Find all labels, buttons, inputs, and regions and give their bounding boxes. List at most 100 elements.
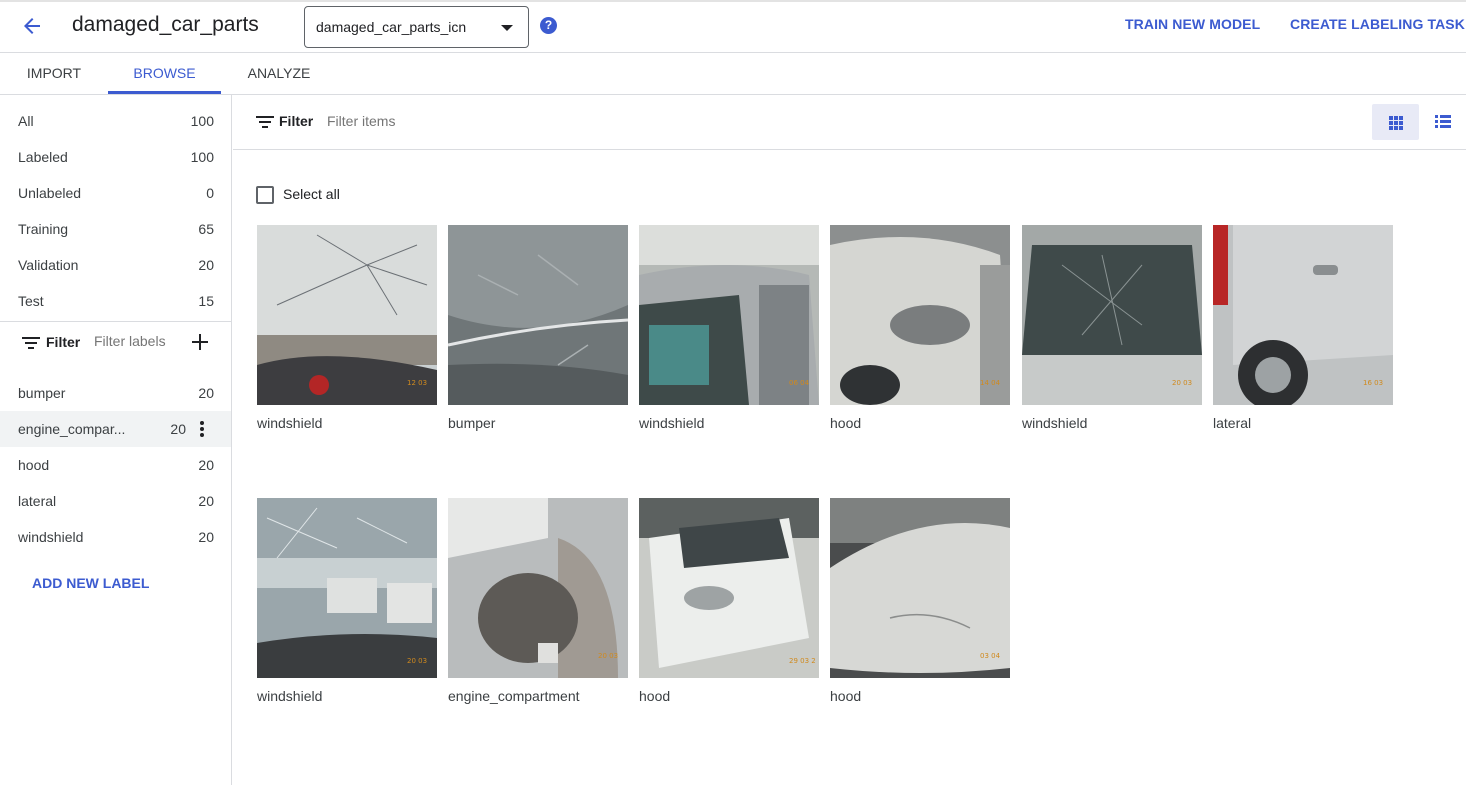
sidebar-item-hood[interactable]: hood 20: [0, 447, 231, 483]
photo-date-stamp: 03 04: [980, 652, 1001, 660]
image-label: bumper: [448, 415, 496, 431]
sidebar-item-all[interactable]: All 100: [0, 103, 231, 139]
label-filter: Filter: [0, 322, 231, 364]
sidebar-item-count: 65: [198, 221, 214, 237]
image-label: hood: [830, 415, 862, 431]
items-filter-title: Filter: [279, 113, 314, 129]
filter-icon: [256, 116, 274, 128]
model-select-value: damaged_car_parts_icn: [316, 19, 467, 35]
image-label: windshield: [257, 415, 323, 431]
tab-bar: IMPORT BROWSE ANALYZE: [0, 53, 1466, 95]
image-label: engine_compartment: [448, 688, 580, 704]
image-label: windshield: [639, 415, 705, 431]
sidebar-item-label: Test: [18, 293, 44, 309]
filter-items-input[interactable]: [327, 111, 627, 131]
car-damage-photo: [448, 225, 628, 405]
tab-analyze[interactable]: ANALYZE: [221, 53, 337, 94]
car-damage-photo: 06 04: [639, 225, 819, 405]
items-filter-bar: Filter: [233, 95, 1466, 150]
add-new-label-button[interactable]: ADD NEW LABEL: [32, 575, 149, 591]
sidebar-item-unlabeled[interactable]: Unlabeled 0: [0, 175, 231, 211]
image-tile[interactable]: 20 03 windshield: [1022, 225, 1202, 431]
image-tile[interactable]: 14 04 hood: [830, 225, 1010, 431]
image-label: hood: [830, 688, 862, 704]
help-icon[interactable]: ?: [540, 17, 557, 34]
list-view-button[interactable]: [1419, 104, 1466, 140]
sidebar-item-label: Validation: [18, 257, 79, 273]
sidebar-item-label: engine_compar...: [18, 421, 126, 437]
sidebar-item-label: lateral: [18, 493, 57, 509]
sidebar-item-count: 20: [198, 457, 214, 473]
filter-icon: [22, 337, 40, 349]
image-label: windshield: [257, 688, 323, 704]
sidebar-item-label: Training: [18, 221, 69, 237]
image-tile[interactable]: 06 04 windshield: [639, 225, 819, 431]
image-label: windshield: [1022, 415, 1088, 431]
sidebar-item-engine-compartment[interactable]: engine_compar... 20: [0, 411, 231, 447]
add-label-icon[interactable]: [192, 334, 208, 350]
car-damage-photo: 14 04: [830, 225, 1010, 405]
photo-date-stamp: 29 03 2: [789, 657, 816, 665]
sidebar-item-count: 20: [198, 493, 214, 509]
photo-date-stamp: 12 03: [407, 379, 427, 387]
grid-view-icon: [1389, 116, 1403, 130]
photo-date-stamp: 06 04: [789, 379, 810, 387]
image-tile[interactable]: 20 03 windshield: [257, 498, 437, 704]
label-filter-title: Filter: [46, 334, 81, 350]
sidebar-item-label: bumper: [18, 385, 66, 401]
car-damage-photo: 20 03: [257, 498, 437, 678]
back-arrow-icon[interactable]: [20, 14, 44, 38]
chevron-down-icon: [501, 25, 513, 31]
car-damage-photo: 20 03: [1022, 225, 1202, 405]
sidebar-item-training[interactable]: Training 65: [0, 211, 231, 247]
photo-date-stamp: 20 03: [1172, 379, 1192, 387]
sidebar-item-count: 20: [170, 421, 186, 437]
sidebar-item-count: 100: [190, 113, 214, 129]
more-vert-icon[interactable]: [200, 421, 204, 437]
sidebar-item-bumper[interactable]: bumper 20: [0, 375, 231, 411]
image-tile[interactable]: 16 03 lateral: [1213, 225, 1393, 431]
grid-view-button[interactable]: [1372, 104, 1419, 140]
car-damage-photo: 20 03: [448, 498, 628, 678]
sidebar-item-count: 20: [198, 529, 214, 545]
sidebar-item-count: 100: [190, 149, 214, 165]
sidebar-item-test[interactable]: Test 15: [0, 283, 231, 319]
image-tile[interactable]: 20 03 engine_compartment: [448, 498, 628, 704]
image-tile[interactable]: bumper: [448, 225, 628, 431]
car-damage-photo: 12 03: [257, 225, 437, 405]
tab-browse[interactable]: BROWSE: [108, 53, 221, 94]
tab-import[interactable]: IMPORT: [0, 53, 108, 94]
photo-date-stamp: 20 03: [407, 657, 427, 665]
image-tile[interactable]: 12 03 windshield: [257, 225, 437, 431]
sidebar-item-label: windshield: [18, 529, 84, 545]
sidebar-item-label: Unlabeled: [18, 185, 82, 201]
image-tile[interactable]: 29 03 2 hood: [639, 498, 819, 704]
dataset-title: damaged_car_parts: [72, 13, 259, 36]
image-label: hood: [639, 688, 671, 704]
sidebar-item-lateral[interactable]: lateral 20: [0, 483, 231, 519]
photo-date-stamp: 20 03: [598, 652, 618, 660]
train-new-model-button[interactable]: TRAIN NEW MODEL: [1125, 16, 1260, 32]
app-header: damaged_car_parts damaged_car_parts_icn …: [0, 2, 1466, 53]
filter-labels-input[interactable]: [94, 331, 184, 351]
photo-date-stamp: 16 03: [1363, 379, 1383, 387]
car-damage-photo: 16 03: [1213, 225, 1393, 405]
sidebar-item-label: Labeled: [18, 149, 68, 165]
sidebar-item-label: hood: [18, 457, 50, 473]
car-damage-photo: 03 04: [830, 498, 1010, 678]
sidebar-item-count: 15: [198, 293, 214, 309]
model-select-dropdown[interactable]: damaged_car_parts_icn: [304, 6, 529, 48]
sidebar-item-validation[interactable]: Validation 20: [0, 247, 231, 283]
sidebar-item-windshield[interactable]: windshield 20: [0, 519, 231, 555]
checkbox[interactable]: [256, 186, 274, 204]
image-tile[interactable]: 03 04 hood: [830, 498, 1010, 704]
sidebar-item-labeled[interactable]: Labeled 100: [0, 139, 231, 175]
car-damage-photo: 29 03 2: [639, 498, 819, 678]
sidebar-item-label: All: [18, 113, 34, 129]
image-label: lateral: [1213, 415, 1252, 431]
create-labeling-task-button[interactable]: CREATE LABELING TASK: [1290, 16, 1465, 32]
sidebar-item-count: 20: [198, 257, 214, 273]
sidebar: All 100 Labeled 100 Unlabeled 0 Training…: [0, 95, 232, 785]
sidebar-item-count: 0: [206, 185, 214, 201]
select-all-label: Select all: [283, 186, 340, 202]
